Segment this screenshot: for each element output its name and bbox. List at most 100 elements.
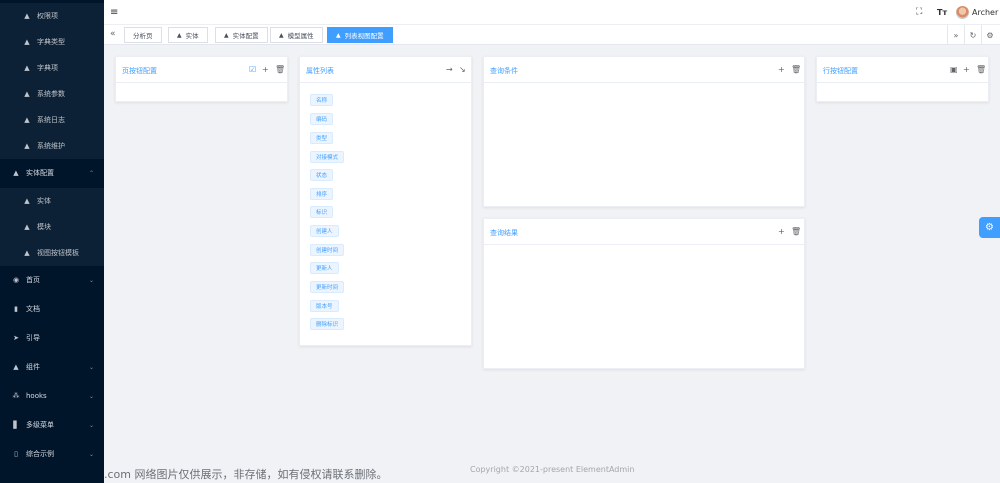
tag-label: 模型属性 xyxy=(287,32,314,40)
book-icon: ▯ xyxy=(14,450,18,458)
sidebar-item-dict-item[interactable]: ▲ 字典项 xyxy=(0,55,104,81)
add-icon[interactable]: + xyxy=(778,65,785,74)
attribute-tag[interactable]: 删除标识 xyxy=(310,318,345,330)
cube-icon: ▲ xyxy=(24,142,30,150)
sidebar-group-multilevel-menu[interactable]: ▋ 多级菜单 ⌄ xyxy=(0,412,104,438)
attribute-tag[interactable]: 标识 xyxy=(310,206,334,218)
cube-icon: ▲ xyxy=(24,90,30,98)
cube-icon: ▲ xyxy=(24,116,30,124)
sidebar-item-label: 首页 xyxy=(26,276,40,284)
delete-icon[interactable]: 🗑 xyxy=(791,227,801,236)
sidebar-group-examples[interactable]: ▯ 综合示例 ⌄ xyxy=(0,441,104,467)
attribute-tag[interactable]: 更新时间 xyxy=(310,281,345,293)
watermark-text: .com 网络图片仅供展示，非存储，如有侵权请联系删除。 xyxy=(104,468,388,481)
sidebar-item-module[interactable]: ▲ 模块 xyxy=(0,214,104,240)
query-conditions-panel: 查询条件 + 🗑 xyxy=(483,56,805,207)
attribute-tag[interactable]: 创建人 xyxy=(310,225,339,237)
delete-icon[interactable]: 🗑 xyxy=(275,65,285,74)
cube-icon: ▲ xyxy=(24,249,30,257)
save-icon[interactable]: ▣ xyxy=(950,65,958,74)
attribute-tag[interactable]: 版本号 xyxy=(310,300,339,312)
attribute-tag[interactable]: 排序 xyxy=(310,188,334,200)
attribute-tag[interactable]: 名称 xyxy=(310,94,334,106)
add-icon[interactable]: + xyxy=(262,65,269,74)
cube-icon: ▲ xyxy=(13,169,19,177)
font-size-icon[interactable]: Tт xyxy=(937,8,947,17)
hamburger-icon[interactable]: ≡ xyxy=(110,7,118,18)
sidebar-item-sys-param[interactable]: ▲ 系统参数 xyxy=(0,81,104,107)
chevron-up-icon: ⌃ xyxy=(88,169,94,177)
document-icon: ▮ xyxy=(14,305,18,313)
sidebar-item-label: 视图按钮模板 xyxy=(37,249,79,257)
bar-chart-icon: ▋ xyxy=(13,421,19,429)
add-icon[interactable]: + xyxy=(963,65,970,74)
tag-analysis[interactable]: 分析页 xyxy=(124,27,162,43)
sidebar-item-label: 实体 xyxy=(37,197,51,205)
tag-settings-button[interactable]: ⚙ xyxy=(981,25,998,45)
scroll-right-button[interactable]: » xyxy=(947,25,964,45)
dashboard-icon: ◉ xyxy=(12,276,20,284)
attribute-tag[interactable]: 对接模式 xyxy=(310,151,345,163)
copyright-text: Copyright ©2021-present ElementAdmin xyxy=(470,465,635,474)
sidebar-item-view-button-template[interactable]: ▲ 视图按钮模板 xyxy=(0,240,104,266)
sidebar-item-label: 系统维护 xyxy=(37,142,65,150)
cube-icon: ▲ xyxy=(279,31,284,39)
arrow-right-icon[interactable]: → xyxy=(446,65,453,74)
sidebar-group-entity-config[interactable]: ▲ 实体配置 ⌃ xyxy=(0,160,104,186)
sidebar-item-sys-maint[interactable]: ▲ 系统维护 xyxy=(0,133,104,159)
fullscreen-icon[interactable]: ⛶ xyxy=(916,7,922,17)
cube-icon: ▲ xyxy=(336,31,341,39)
sidebar-item-docs[interactable]: ▮ 文档 xyxy=(0,296,104,322)
panel-title: 页按钮配置 xyxy=(122,67,157,75)
sidebar-group-home[interactable]: ◉ 首页 ⌄ xyxy=(0,267,104,293)
sidebar-group-hooks[interactable]: ⁂ hooks ⌄ xyxy=(0,383,104,409)
attribute-tag[interactable]: 状态 xyxy=(310,169,334,181)
attribute-list-panel: 属性列表 → ↘ 名称 编码 类型 对接模式 状态 排序 标识 创建人 创建时间… xyxy=(299,56,472,346)
gear-icon: ⚙ xyxy=(985,222,994,233)
panel-title: 查询条件 xyxy=(490,67,518,75)
delete-icon[interactable]: 🗑 xyxy=(976,65,986,74)
panel-header: 查询条件 + 🗑 xyxy=(484,57,804,83)
cube-icon: ▲ xyxy=(24,12,30,20)
sidebar-item-label: 系统参数 xyxy=(37,90,65,98)
attribute-tag[interactable]: 编码 xyxy=(310,113,334,125)
panel-header: 属性列表 → ↘ xyxy=(300,57,471,83)
cube-icon: ▲ xyxy=(24,197,30,205)
username[interactable]: Archer xyxy=(972,8,998,17)
refresh-button[interactable]: ↻ xyxy=(964,25,981,45)
sidebar-item-dict-type[interactable]: ▲ 字典类型 xyxy=(0,29,104,55)
panel-title: 行按钮配置 xyxy=(823,67,858,75)
attribute-tag[interactable]: 类型 xyxy=(310,132,334,144)
chevron-down-icon: ⌄ xyxy=(88,276,94,284)
add-icon[interactable]: + xyxy=(778,227,785,236)
cube-icon: ▲ xyxy=(177,31,182,39)
settings-float-button[interactable]: ⚙ xyxy=(979,217,1000,238)
sidebar-item-guide[interactable]: ➤ 引导 xyxy=(0,325,104,351)
sidebar-item-label: 字典项 xyxy=(37,64,58,72)
tag-model-attributes[interactable]: ▲ 模型属性 xyxy=(270,27,323,43)
gear-icon: ⚙ xyxy=(986,30,994,40)
attribute-tag[interactable]: 创建时间 xyxy=(310,244,345,256)
arrow-down-right-icon[interactable]: ↘ xyxy=(459,65,466,74)
edit-icon[interactable]: ☑ xyxy=(249,65,256,74)
network-icon: ⁂ xyxy=(12,392,20,400)
sidebar-item-label: 权限项 xyxy=(37,12,58,20)
sidebar-item-permission[interactable]: ▲ 权限项 xyxy=(0,3,104,29)
tag-entity-config[interactable]: ▲ 实体配置 xyxy=(215,27,268,43)
attribute-tag[interactable]: 更新人 xyxy=(310,262,339,274)
sidebar-group-components[interactable]: ▲ 组件 ⌄ xyxy=(0,354,104,380)
cube-icon: ▲ xyxy=(24,223,30,231)
sidebar-item-label: 综合示例 xyxy=(26,450,54,458)
scroll-left-icon[interactable]: « xyxy=(110,29,116,39)
sidebar-item-entity[interactable]: ▲ 实体 xyxy=(0,188,104,214)
refresh-icon: ↻ xyxy=(969,30,977,40)
avatar[interactable] xyxy=(956,6,969,19)
top-header: ≡ ⛶ Tт Archer xyxy=(104,0,1000,25)
delete-icon[interactable]: 🗑 xyxy=(791,65,801,74)
tag-entity[interactable]: ▲ 实体 xyxy=(168,27,208,43)
sidebar-item-sys-log[interactable]: ▲ 系统日志 xyxy=(0,107,104,133)
chevron-down-icon: ⌄ xyxy=(88,363,94,371)
tag-list-view-config[interactable]: ▲ 列表视图配置 xyxy=(327,27,393,43)
panel-title: 属性列表 xyxy=(306,67,334,75)
cube-icon: ▲ xyxy=(24,64,30,72)
